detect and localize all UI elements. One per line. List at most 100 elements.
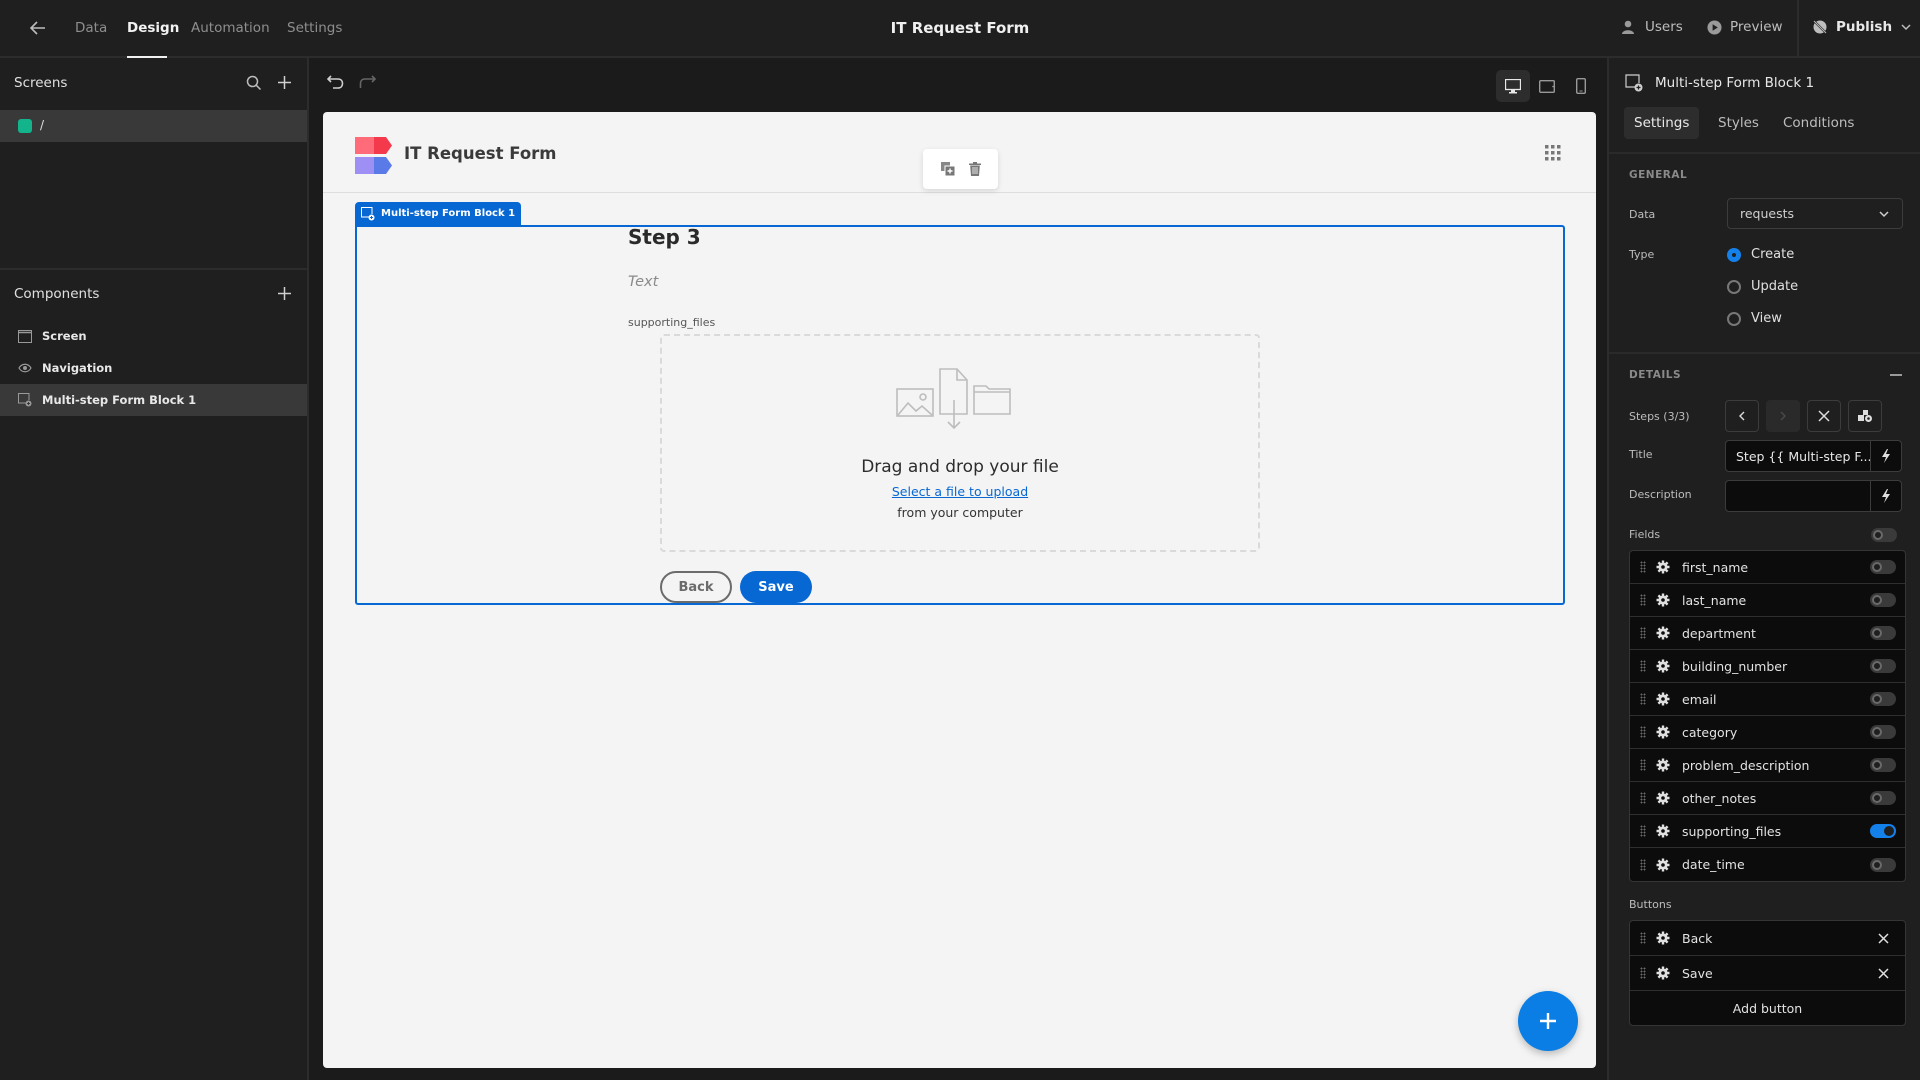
search-icon[interactable] [246,75,262,91]
grid-menu-icon[interactable] [1545,145,1561,161]
users-button[interactable]: Users [1621,19,1683,35]
component-item-navigation[interactable]: Navigation [0,352,307,384]
drag-handle-icon[interactable] [1640,660,1646,672]
field-toggle[interactable] [1870,692,1896,706]
field-toggle[interactable] [1870,857,1896,872]
trash-icon[interactable] [968,162,981,176]
remove-step-button[interactable] [1807,400,1841,432]
add-step-button[interactable] [1848,400,1882,432]
remove-button[interactable] [1861,932,1905,944]
next-step-button[interactable] [1766,400,1800,432]
field-toggle[interactable] [1870,791,1896,805]
field-toggle[interactable] [1870,758,1896,772]
tab-design[interactable]: Design [127,20,179,36]
preview-button[interactable]: Preview [1707,19,1783,35]
gear-icon[interactable] [1656,593,1670,607]
drag-handle-icon[interactable] [1640,627,1646,639]
gear-icon[interactable] [1656,626,1670,640]
gear-icon[interactable] [1656,659,1670,673]
back-button[interactable]: Back [660,571,732,603]
undo-icon[interactable] [327,74,345,90]
gear-icon[interactable] [1656,966,1670,980]
fields-toggle-all[interactable] [1871,528,1897,542]
button-row[interactable]: Save [1630,956,1905,991]
gear-icon[interactable] [1656,858,1670,872]
field-row[interactable]: category [1630,716,1905,749]
drag-handle-icon[interactable] [1640,759,1646,771]
field-toggle[interactable] [1870,659,1896,673]
add-component-icon[interactable] [277,286,292,301]
component-item-multi-step-form-block[interactable]: Multi-step Form Block 1 [0,384,307,416]
gear-icon[interactable] [1656,725,1670,739]
description-value[interactable] [1726,481,1870,511]
binding-button[interactable] [1870,481,1901,511]
drag-handle-icon[interactable] [1640,792,1646,804]
collapse-icon[interactable] [1890,374,1902,376]
gear-icon[interactable] [1656,931,1670,945]
drag-handle-icon[interactable] [1640,726,1646,738]
tab-styles[interactable]: Styles [1708,107,1769,139]
file-dropzone[interactable]: Drag and drop your file Select a file to… [660,334,1260,552]
select-file-link[interactable]: Select a file to upload [662,484,1258,499]
back-arrow-icon[interactable] [29,20,47,36]
add-screen-icon[interactable] [277,75,292,90]
type-option-create[interactable]: Create [1727,247,1794,262]
remove-button[interactable] [1861,967,1905,979]
field-row[interactable]: problem_description [1630,749,1905,782]
tab-automation[interactable]: Automation [191,20,270,36]
chevron-down-icon[interactable] [1900,23,1912,31]
gear-icon[interactable] [1656,560,1670,574]
drag-handle-icon[interactable] [1640,594,1646,606]
field-row[interactable]: email [1630,683,1905,716]
mobile-view-button[interactable] [1564,70,1598,102]
type-option-update[interactable]: Update [1727,279,1798,294]
field-row[interactable]: supporting_files [1630,815,1905,848]
field-row[interactable]: other_notes [1630,782,1905,815]
redo-icon[interactable] [358,74,376,90]
radio-unselected[interactable] [1727,279,1741,294]
tablet-view-button[interactable] [1530,70,1564,102]
design-canvas[interactable]: IT Request Form Multi-step Form Block 1 … [323,112,1596,1068]
block-tab-label[interactable]: Multi-step Form Block 1 [355,202,522,225]
drag-handle-icon[interactable] [1640,825,1646,837]
radio-selected[interactable] [1727,247,1741,262]
previous-step-button[interactable] [1725,400,1759,432]
gear-icon[interactable] [1656,791,1670,805]
add-button[interactable]: Add button [1630,991,1905,1025]
field-row[interactable]: date_time [1630,848,1905,881]
add-component-fab[interactable] [1518,991,1578,1051]
duplicate-icon[interactable] [940,162,955,176]
field-row[interactable]: building_number [1630,650,1905,683]
field-toggle[interactable] [1870,824,1896,838]
binding-button[interactable] [1870,441,1901,471]
gear-icon[interactable] [1656,758,1670,772]
toggle-off[interactable] [1871,528,1897,542]
drag-handle-icon[interactable] [1640,858,1646,871]
component-item-screen[interactable]: Screen [0,320,307,352]
field-row[interactable]: last_name [1630,584,1905,617]
drag-handle-icon[interactable] [1640,932,1646,944]
field-toggle[interactable] [1870,593,1896,607]
field-toggle[interactable] [1870,560,1896,574]
screen-item-root[interactable]: / [0,110,307,142]
tab-settings[interactable]: Settings [1624,107,1700,139]
field-toggle[interactable] [1870,725,1896,739]
publish-button[interactable]: Publish [1812,19,1912,35]
tab-settings[interactable]: Settings [287,20,342,36]
drag-handle-icon[interactable] [1640,693,1646,705]
data-source-select[interactable]: requests [1727,198,1903,229]
gear-icon[interactable] [1656,692,1670,706]
title-value[interactable]: Step {{ Multi-step F... [1726,441,1870,471]
description-input[interactable] [1725,480,1902,512]
field-toggle[interactable] [1870,626,1896,640]
save-button[interactable]: Save [740,571,812,603]
drag-handle-icon[interactable] [1640,967,1646,979]
radio-unselected[interactable] [1727,311,1741,326]
field-row[interactable]: first_name [1630,551,1905,584]
drag-handle-icon[interactable] [1640,561,1646,573]
gear-icon[interactable] [1656,824,1670,838]
tab-data[interactable]: Data [75,20,107,36]
desktop-view-button[interactable] [1496,70,1530,102]
type-option-view[interactable]: View [1727,311,1782,326]
button-row[interactable]: Back [1630,921,1905,956]
